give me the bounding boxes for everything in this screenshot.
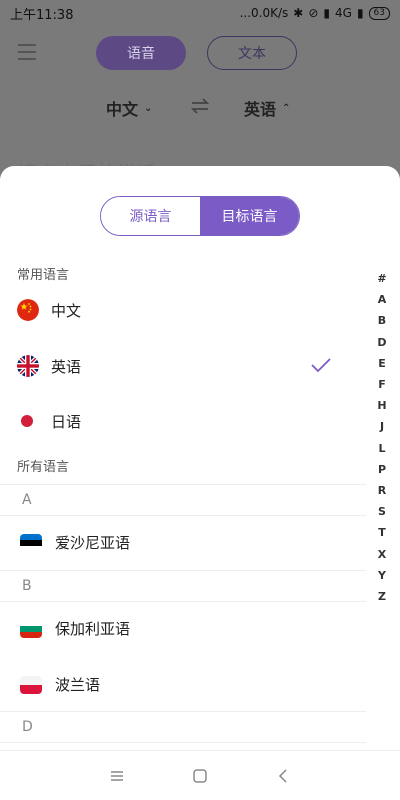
- china-flag-icon: [17, 299, 39, 321]
- index-letter[interactable]: Y: [378, 565, 386, 586]
- index-letter[interactable]: P: [378, 459, 386, 480]
- index-letter[interactable]: D: [377, 332, 386, 353]
- language-name: 保加利亚语: [55, 620, 131, 638]
- index-letter[interactable]: R: [378, 480, 386, 501]
- language-name: 英语: [51, 357, 82, 376]
- recent-apps-icon[interactable]: [108, 767, 126, 785]
- divider: [0, 742, 366, 743]
- signal-bars-icon: ▮: [356, 6, 364, 20]
- checkmark-icon: [311, 358, 331, 373]
- language-item-polish[interactable]: 波兰语: [0, 657, 366, 713]
- voice-mode-button[interactable]: 语音: [96, 36, 186, 70]
- network-type: 4G: [335, 6, 352, 20]
- index-letter[interactable]: S: [378, 501, 386, 522]
- home-icon[interactable]: [191, 767, 209, 785]
- target-language-selector[interactable]: 英语 ⌃: [244, 96, 290, 120]
- language-name: 波兰语: [55, 676, 101, 694]
- estonia-flag-icon: [20, 534, 42, 552]
- swap-languages-icon[interactable]: [190, 98, 210, 114]
- alphabet-index[interactable]: # A B D E F H J L P R S T X Y Z: [375, 268, 389, 607]
- language-item-bulgarian[interactable]: 保加利亚语: [0, 601, 366, 657]
- language-item-estonian[interactable]: 爱沙尼亚语: [0, 515, 366, 571]
- chevron-down-icon: ⌄: [144, 102, 153, 114]
- back-icon[interactable]: [275, 767, 293, 785]
- language-role-toggle: 源语言 目标语言: [100, 196, 300, 236]
- language-name: 爱沙尼亚语: [55, 534, 131, 552]
- group-letter-b: B: [22, 578, 32, 594]
- index-letter[interactable]: H: [377, 395, 386, 416]
- language-name: 中文: [51, 301, 82, 320]
- index-letter[interactable]: J: [380, 416, 384, 437]
- index-letter[interactable]: F: [378, 374, 386, 395]
- status-bar: 上午11:38 ...0.0K/s ✱ ⊘ ▮ 4G ▮ 63: [0, 0, 400, 26]
- language-item-chinese[interactable]: 中文: [0, 290, 366, 330]
- signal-icon: ▮: [323, 6, 330, 20]
- status-icons: ...0.0K/s ✱ ⊘ ▮ 4G ▮ 63: [240, 6, 390, 20]
- battery-icon: 63: [368, 6, 390, 20]
- group-letter-d: D: [22, 719, 33, 735]
- group-letter-a: A: [22, 492, 32, 508]
- index-letter[interactable]: #: [377, 268, 386, 289]
- index-letter[interactable]: Z: [378, 586, 386, 607]
- mute-icon: ⊘: [308, 6, 319, 20]
- language-picker-sheet: 源语言 目标语言 常用语言 中文 英语 日语 所有语言 A 爱沙尼亚语 B 保加…: [0, 166, 400, 750]
- text-mode-button[interactable]: 文本: [207, 36, 297, 70]
- poland-flag-icon: [20, 676, 42, 694]
- index-letter[interactable]: X: [378, 543, 386, 564]
- source-language-selector[interactable]: 中文 ⌄: [106, 96, 152, 120]
- index-letter[interactable]: A: [378, 289, 387, 310]
- index-letter[interactable]: E: [378, 353, 386, 374]
- bluetooth-icon: ✱: [293, 6, 304, 20]
- common-languages-title: 常用语言: [17, 268, 70, 283]
- status-time: 上午11:38: [10, 7, 74, 23]
- network-speed: ...0.0K/s: [239, 6, 289, 20]
- language-name: 日语: [51, 412, 82, 431]
- index-letter[interactable]: T: [378, 522, 386, 543]
- tab-target-language[interactable]: 目标语言: [200, 197, 299, 235]
- chevron-up-icon: ⌃: [282, 102, 291, 114]
- bulgaria-flag-icon: [20, 620, 42, 638]
- language-item-english[interactable]: 英语: [0, 346, 366, 386]
- system-nav-bar: [0, 750, 400, 800]
- all-languages-title: 所有语言: [17, 460, 70, 475]
- uk-flag-icon: [17, 355, 39, 377]
- target-language-label: 英语: [244, 100, 277, 119]
- menu-icon[interactable]: [18, 44, 36, 60]
- index-letter[interactable]: L: [378, 438, 385, 459]
- source-language-label: 中文: [106, 100, 139, 119]
- tab-source-language[interactable]: 源语言: [101, 197, 200, 235]
- japan-flag-icon: [21, 415, 33, 427]
- language-item-japanese[interactable]: 日语: [0, 401, 366, 441]
- index-letter[interactable]: B: [378, 310, 386, 331]
